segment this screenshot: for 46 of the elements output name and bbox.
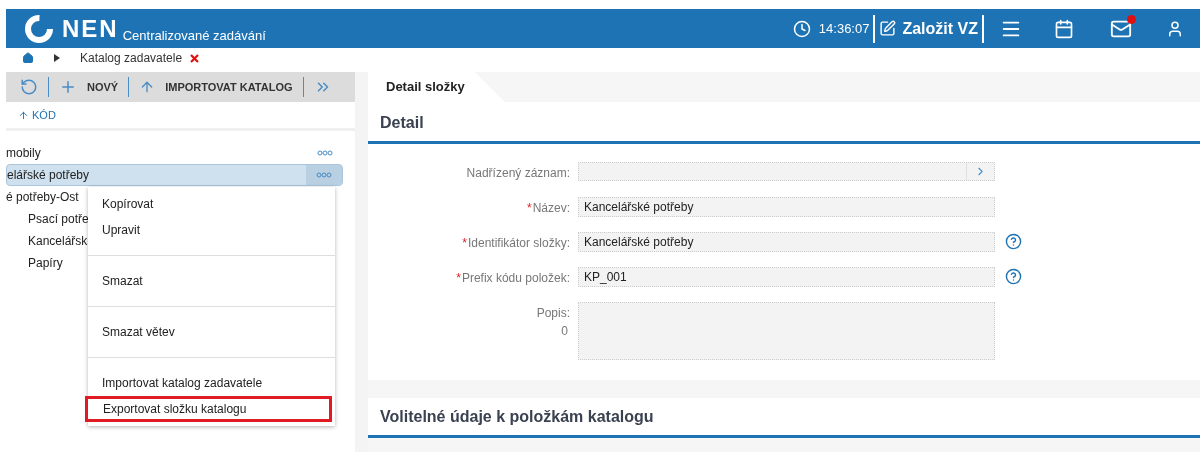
field-label: Prefix kódu položek: [461,270,570,287]
menu-item[interactable]: Upravit [88,217,335,243]
edit-icon [879,20,897,37]
sort-button[interactable]: KÓD [18,106,56,124]
clock-icon [792,19,811,38]
required-asterisk: * [526,200,532,217]
required-asterisk: * [456,270,461,287]
caret-icon [54,54,60,62]
help-icon[interactable] [1005,268,1022,285]
input-field[interactable]: Kancelářské potřeby [578,197,995,217]
clock-time: 14:36:07 [818,19,870,38]
input-field[interactable]: KP_001 [578,267,995,287]
menu-item[interactable]: Exportovat složku katalogu [85,396,332,422]
plus-icon [59,78,77,96]
menu-item[interactable]: Importovat katalog zadavatele [88,370,335,396]
user-icon[interactable] [1166,19,1184,38]
menu-item[interactable]: Smazat větev [88,319,335,345]
input-field[interactable]: Kancelářské potřeby [578,232,995,252]
lookup-field[interactable] [578,162,995,181]
tab[interactable]: Detail složky [368,72,505,102]
refresh-icon [20,78,38,96]
field-label: Název: [532,200,570,217]
section-title: Detail [380,113,424,133]
close-icon[interactable] [190,53,200,63]
logo-icon [24,13,54,44]
toolbar-button[interactable]: IMPORTOVAT KATALOG [135,78,297,96]
tree-item[interactable]: mobily [6,142,343,164]
create-button[interactable]: Založit VZ [879,16,978,41]
logo-text: NEN [62,13,119,44]
help-icon[interactable] [1005,233,1022,250]
character-counter: 0 [561,323,569,340]
textarea-field[interactable] [578,302,995,360]
home-icon[interactable] [22,52,34,64]
section-title: Volitelné údaje k položkám katalogu [380,407,654,427]
field-label: Popis: [536,305,570,322]
field-label: Nadřízený záznam: [466,165,570,182]
app-subtitle: Centralizované zadávání [122,26,266,45]
calendar-icon[interactable] [1054,18,1074,39]
required-asterisk: * [462,235,467,252]
breadcrumb-item[interactable]: Katalog zadavatele [80,49,183,67]
toolbar-button[interactable]: NOVÝ [55,78,123,96]
menu-item[interactable]: Kopírovat [88,191,335,217]
menu-item[interactable]: Smazat [88,268,335,294]
field-label: Identifikátor složky: [467,235,570,252]
tree-item[interactable]: elářské potřeby [6,164,343,186]
arrow-up-icon [18,109,29,121]
